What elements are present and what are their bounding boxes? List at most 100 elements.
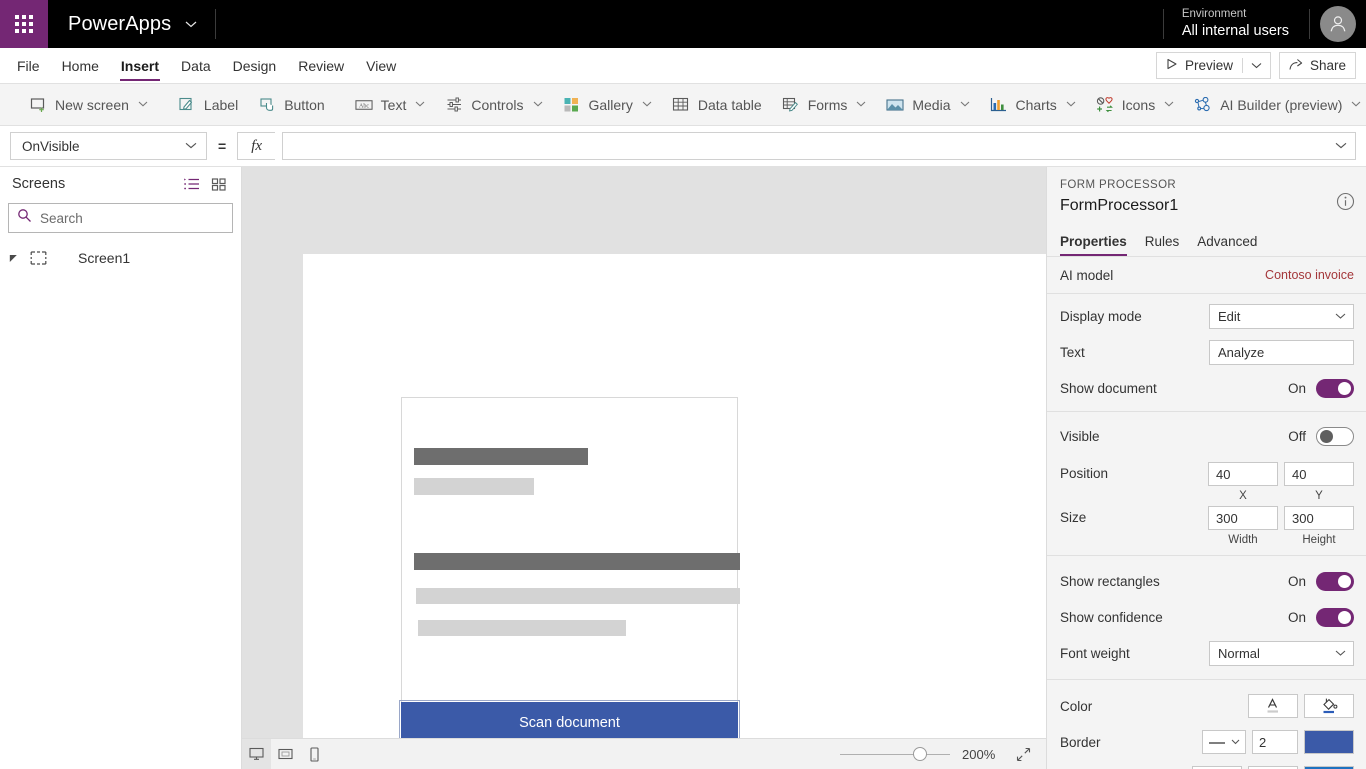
border-width-input[interactable]: 2 [1252,730,1298,754]
ribbon-charts[interactable]: Charts [980,84,1086,125]
tab-rules[interactable]: Rules [1136,226,1189,256]
environment-selector[interactable]: Environment All internal users [1164,0,1309,48]
chevron-down-icon [138,99,148,110]
size-width-cell: 300 Width [1208,506,1278,547]
tree-item-screen1[interactable]: Screen1 [0,243,241,273]
tab-label: Rules [1144,233,1180,249]
preview-chevron-down-icon[interactable] [1243,53,1270,78]
menu-item-home[interactable]: Home [51,48,110,83]
ribbon-label: Icons [1121,96,1156,113]
position-x-input[interactable]: 40 [1208,462,1278,486]
row-show-document: Show document On [1060,370,1354,406]
screens-search-box[interactable] [8,203,233,233]
properties-panel-header: FORM PROCESSOR FormProcessor1 [1047,167,1366,215]
form-processor-document-preview[interactable] [401,397,740,703]
ribbon-media[interactable]: Media [876,84,979,125]
ribbon-button-control[interactable]: Button [248,84,334,125]
ribbon-gallery[interactable]: Gallery [553,84,662,125]
formula-expand-chevron-down-icon[interactable] [1335,140,1347,152]
search-input[interactable] [40,210,224,226]
ribbon-ai-builder[interactable]: AI Builder (preview) [1184,84,1366,125]
info-icon[interactable] [1336,192,1356,212]
tablet-icon[interactable] [271,739,300,769]
formula-input[interactable] [282,132,1356,160]
ribbon-data-table[interactable]: Data table [662,84,772,125]
ribbon-icons[interactable]: Icons [1086,84,1184,125]
display-mode-select[interactable]: Edit [1209,303,1354,329]
desktop-icon[interactable] [242,738,271,769]
menu-item-design[interactable]: Design [222,48,288,83]
font-weight-select[interactable]: Normal [1209,640,1354,666]
size-inputs: 300 Width 300 Height [1208,506,1354,547]
show-rectangles-toggle[interactable] [1316,571,1354,591]
menu-item-file[interactable]: File [6,48,51,83]
zoom-slider-thumb[interactable] [913,747,927,761]
expander-icon[interactable] [6,254,20,263]
tab-advanced[interactable]: Advanced [1188,226,1266,256]
ai-model-link[interactable]: Contoso invoice [1265,268,1354,282]
fit-to-screen-icon[interactable] [1012,743,1034,765]
show-rectangles-label: Show rectangles [1060,573,1160,589]
menu-item-data[interactable]: Data [170,48,222,83]
ribbon-text[interactable]: Abc Text [345,84,436,125]
app-launcher-icon[interactable] [0,0,48,48]
visible-toggle[interactable] [1316,426,1354,446]
scan-document-button[interactable]: Scan document [401,702,738,738]
size-width-input[interactable]: 300 [1208,506,1278,530]
equals-sign: = [218,138,227,154]
ribbon-forms[interactable]: Forms [772,84,877,125]
show-document-label: Show document [1060,380,1157,396]
border-style-select[interactable] [1202,730,1246,754]
share-button-inner[interactable]: Share [1280,53,1355,78]
toggle-knob [1338,574,1351,588]
powerapps-studio: PowerApps Environment All internal users… [0,0,1366,769]
control-type-label: FORM PROCESSOR [1060,179,1177,191]
zoom-slider[interactable] [840,747,950,761]
section-display: Display mode Edit Text Analyze Show docu… [1047,294,1366,412]
share-button[interactable]: Share [1278,52,1356,79]
preview-button-group[interactable]: Preview [1155,52,1271,79]
environment-label: Environment [1181,8,1247,20]
row-show-confidence: Show confidence On [1060,599,1354,635]
brand-menu[interactable]: PowerApps [48,0,215,48]
position-inputs: 40 X 40 Y [1208,462,1354,503]
show-rectangles-state: On [1287,573,1306,589]
ribbon-label-control[interactable]: Label [168,84,248,125]
zoom-value: 200% [962,746,996,762]
show-confidence-toggle[interactable] [1316,607,1354,627]
phone-icon[interactable] [300,739,329,769]
search-icon [17,208,32,228]
app-canvas[interactable]: Scan document [303,254,1046,738]
menubar-spacer [407,48,1156,83]
properties-list: AI model Contoso invoice Display mode Ed… [1047,257,1366,769]
properties-panel-tabs: Properties Rules Advanced [1047,226,1366,257]
tree-view-icon[interactable] [177,171,205,197]
size-width-caption: Width [1228,534,1258,546]
show-document-toggle[interactable] [1316,378,1354,398]
preview-button[interactable]: Preview [1157,53,1242,78]
menu-label: Review [298,57,345,74]
ribbon-controls[interactable]: Controls [435,84,552,125]
thumbnail-view-icon[interactable] [205,171,233,197]
device-preview-buttons [242,738,329,769]
font-color-icon[interactable] [1248,694,1298,718]
chevron-down-icon [1066,99,1076,110]
ribbon-label: Label [203,96,239,113]
fill-color-icon[interactable] [1304,694,1354,718]
ribbon-new-screen[interactable]: New screen [19,84,158,125]
visible-label: Visible [1060,428,1100,444]
property-selector[interactable]: OnVisible [10,132,207,160]
account-button[interactable] [1310,0,1366,48]
fx-button[interactable]: fx [237,132,276,160]
brand-title: PowerApps [68,12,172,35]
tab-properties[interactable]: Properties [1060,226,1136,256]
menu-item-insert[interactable]: Insert [110,48,170,83]
position-x-cell: 40 X [1208,462,1278,503]
menu-item-view[interactable]: View [355,48,407,83]
size-width-value: 300 [1216,510,1238,526]
size-height-input[interactable]: 300 [1284,506,1354,530]
menu-item-review[interactable]: Review [287,48,355,83]
position-y-input[interactable]: 40 [1284,462,1354,486]
border-color-swatch[interactable] [1304,730,1354,754]
text-input[interactable]: Analyze [1209,339,1354,365]
